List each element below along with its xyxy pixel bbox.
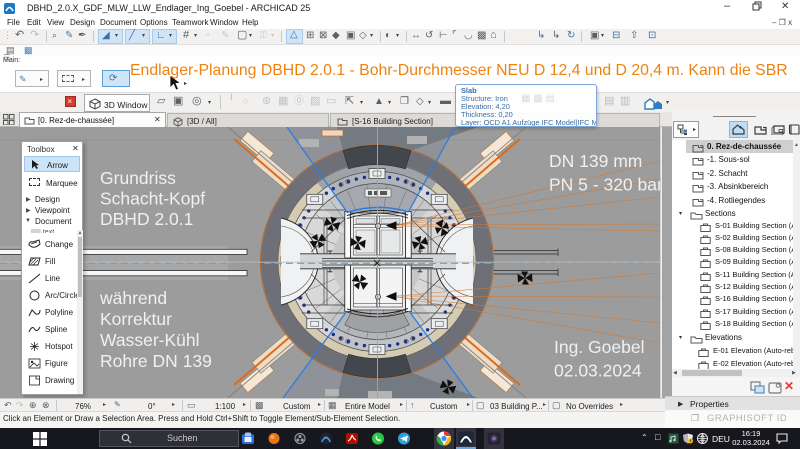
svg-text:DBHD 2.0.1: DBHD 2.0.1 <box>100 209 193 229</box>
svg-text:Korrektur: Korrektur <box>100 309 172 329</box>
svg-text:Ing. Goebel: Ing. Goebel <box>554 337 644 357</box>
svg-text:Rohre DN 139: Rohre DN 139 <box>100 351 212 371</box>
svg-text:während: während <box>99 288 167 308</box>
svg-text:Grundriss: Grundriss <box>100 168 176 188</box>
svg-text:Schacht-Kopf: Schacht-Kopf <box>100 189 205 209</box>
svg-text:PN 5 - 320 bar: PN 5 - 320 bar <box>549 175 660 195</box>
svg-text:Wasser-Kühl: Wasser-Kühl <box>100 330 200 350</box>
svg-text:DN 139 mm: DN 139 mm <box>549 151 642 171</box>
svg-text:02.03.2024: 02.03.2024 <box>554 361 642 381</box>
